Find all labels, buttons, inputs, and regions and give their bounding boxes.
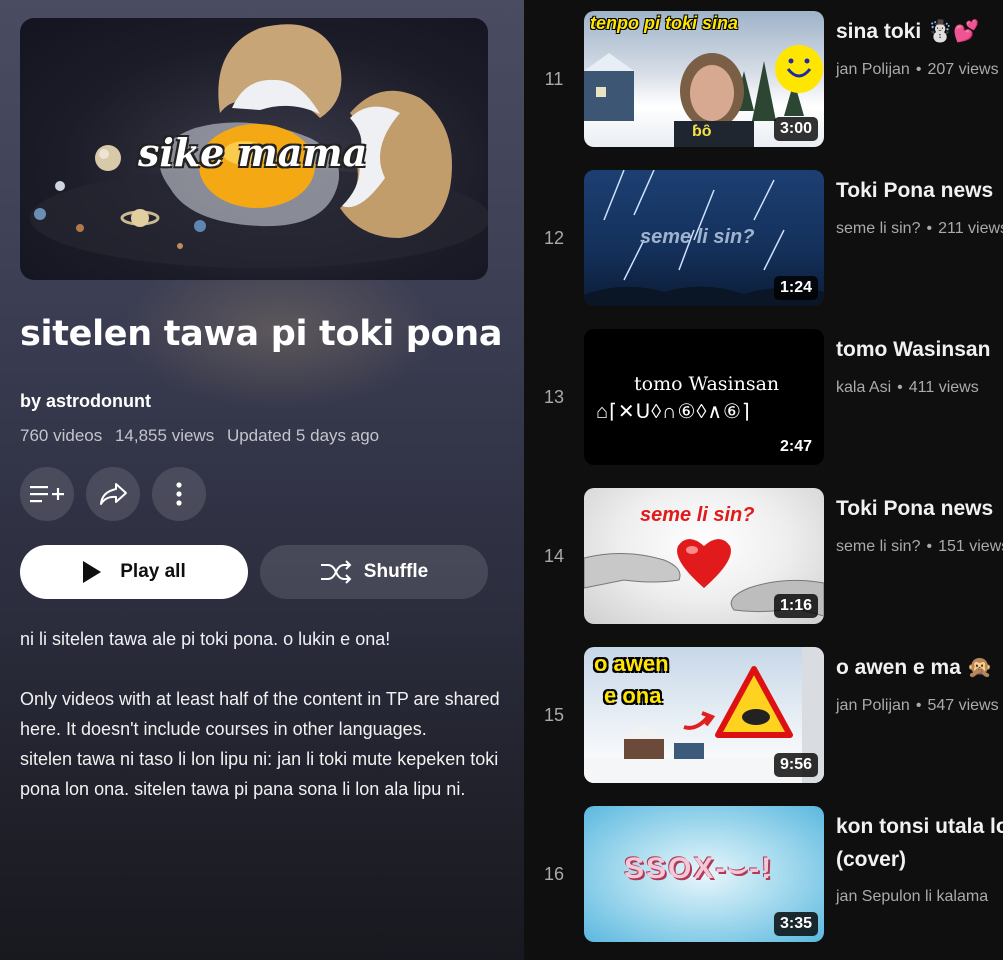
playlist-owner: by astrodonunt xyxy=(20,391,151,412)
thumbnail-caption-1: o awen xyxy=(594,651,669,676)
shuffle-icon xyxy=(320,560,352,584)
video-meta: seme li sin? • 151 views xyxy=(836,538,1003,556)
thumbnail-caption: tomo Wasinsan xyxy=(634,373,780,395)
video-title[interactable]: Toki Pona news xyxy=(836,174,1003,207)
save-playlist-button[interactable] xyxy=(20,467,74,521)
view-count: 151 views xyxy=(938,538,1003,555)
updated-time: Updated 5 days ago xyxy=(226,426,380,445)
list-item[interactable]: 11 tenpo pi toki sina ɓȏ 3:00 sina toki … xyxy=(524,11,1003,147)
playlist-add-icon xyxy=(30,486,64,503)
video-index: 11 xyxy=(544,69,564,89)
hero-caption: sike mama xyxy=(138,130,368,175)
share-button[interactable] xyxy=(86,467,140,521)
video-thumbnail[interactable]: tenpo pi toki sina ɓȏ 3:00 xyxy=(584,11,824,147)
shuffle-button[interactable]: Shuffle xyxy=(260,545,488,599)
view-count: 411 views xyxy=(908,379,979,396)
shuffle-label: Shuffle xyxy=(363,561,429,582)
list-item[interactable]: 12 seme li sin? 1:24 Toki Pona news seme… xyxy=(524,170,1003,306)
view-count: 211 views xyxy=(938,220,1003,237)
video-thumbnail[interactable]: SSOX-⌣-! 3:35 xyxy=(584,806,824,942)
channel-name[interactable]: seme li sin? xyxy=(836,220,920,237)
list-item[interactable]: 13 tomo Wasinsan ⌂⌈✕ᑌ◊∩⑥◊∧⑥⌉ 2:47 tomo W… xyxy=(524,329,1003,465)
video-meta: jan Polijan • 207 views xyxy=(836,61,999,78)
view-count: 14,855 views xyxy=(114,426,215,445)
video-thumbnail[interactable]: seme li sin? 1:24 xyxy=(584,170,824,306)
playlist-header-panel: sike mama sitelen tawa pi toki pona by a… xyxy=(0,0,524,960)
channel-name[interactable]: jan Polijan xyxy=(836,61,910,78)
view-count: 547 views xyxy=(927,697,999,714)
owner-link[interactable]: astrodonunt xyxy=(46,391,151,411)
video-duration: 3:00 xyxy=(773,117,818,141)
video-duration: 1:16 xyxy=(773,594,818,618)
channel-name[interactable]: jan Polijan xyxy=(836,697,910,714)
more-actions-button[interactable] xyxy=(152,467,206,521)
video-meta: jan Polijan • 547 views xyxy=(836,697,999,714)
video-title[interactable]: tomo Wasinsan xyxy=(836,333,1003,366)
video-title[interactable]: sina toki ☃️💕 xyxy=(836,15,1003,48)
list-item[interactable]: 16 SSOX-⌣-! 3:35 kon tonsi utala lon (co… xyxy=(524,806,1003,942)
thumbnail-glyphs: ⌂⌈✕ᑌ◊∩⑥◊∧⑥⌉ xyxy=(596,401,751,423)
channel-name[interactable]: kala Asi xyxy=(836,379,891,396)
video-index: 13 xyxy=(543,387,565,407)
playlist-actions xyxy=(20,467,206,521)
playlist-description: ni li sitelen tawa ale pi toki pona. o l… xyxy=(20,629,500,799)
video-duration: 1:24 xyxy=(773,276,818,300)
video-thumbnail[interactable]: o awen e ona 9:56 xyxy=(584,647,824,783)
video-meta: seme li sin? • 211 views xyxy=(836,220,1003,238)
video-index: 12 xyxy=(543,228,565,248)
view-count: 207 views xyxy=(927,61,999,78)
video-duration: 2:47 xyxy=(773,435,818,459)
channel-name[interactable]: seme li sin? xyxy=(836,538,920,555)
video-duration: 9:56 xyxy=(773,753,818,777)
more-vert-icon xyxy=(176,482,182,506)
thumbnail-caption: seme li sin? xyxy=(640,226,755,248)
thumbnail-caption-2: e ona xyxy=(604,683,662,708)
video-meta: jan Sepulon li kalama xyxy=(836,888,988,906)
video-duration: 3:35 xyxy=(773,912,818,936)
video-count: 760 videos xyxy=(20,426,103,445)
channel-name[interactable]: jan Sepulon li kalama xyxy=(836,888,988,905)
play-all-label: Play all xyxy=(120,561,186,582)
play-icon xyxy=(83,561,102,583)
playlist-title: sitelen tawa pi toki pona xyxy=(20,314,503,354)
playlist-hero-thumbnail[interactable]: sike mama xyxy=(20,18,488,280)
thumbnail-caption: seme li sin? xyxy=(640,504,755,526)
play-all-button[interactable]: Play all xyxy=(20,545,248,599)
list-item[interactable]: 14 seme li sin? 1:16 Toki Pona news seme… xyxy=(524,488,1003,624)
thumbnail-caption: tenpo pi toki sina xyxy=(590,13,739,33)
video-thumbnail[interactable]: seme li sin? 1:16 xyxy=(584,488,824,624)
video-thumbnail[interactable]: tomo Wasinsan ⌂⌈✕ᑌ◊∩⑥◊∧⑥⌉ 2:47 xyxy=(584,329,824,465)
video-title[interactable]: kon tonsi utala lon (cover) xyxy=(836,810,1003,876)
video-index: 15 xyxy=(543,705,565,725)
video-meta: kala Asi • 411 views xyxy=(836,379,979,396)
share-icon xyxy=(100,483,127,505)
list-item[interactable]: 15 o awen e ona 9:56 o awen e ma 🙊 jan P… xyxy=(524,647,1003,783)
video-index: 16 xyxy=(543,864,565,884)
video-title[interactable]: o awen e ma 🙊 xyxy=(836,651,1003,684)
video-title[interactable]: Toki Pona news xyxy=(836,492,1003,525)
playlist-video-list: 11 tenpo pi toki sina ɓȏ 3:00 sina toki … xyxy=(524,0,1003,960)
playlist-stats: 760 videos 14,855 views Updated 5 days a… xyxy=(20,426,387,446)
thumbnail-glyphs: SSOX-⌣-! xyxy=(624,852,774,885)
owner-prefix: by xyxy=(20,391,42,411)
thumbnail-glyph: ɓȏ xyxy=(692,123,712,140)
video-index: 14 xyxy=(543,546,565,566)
